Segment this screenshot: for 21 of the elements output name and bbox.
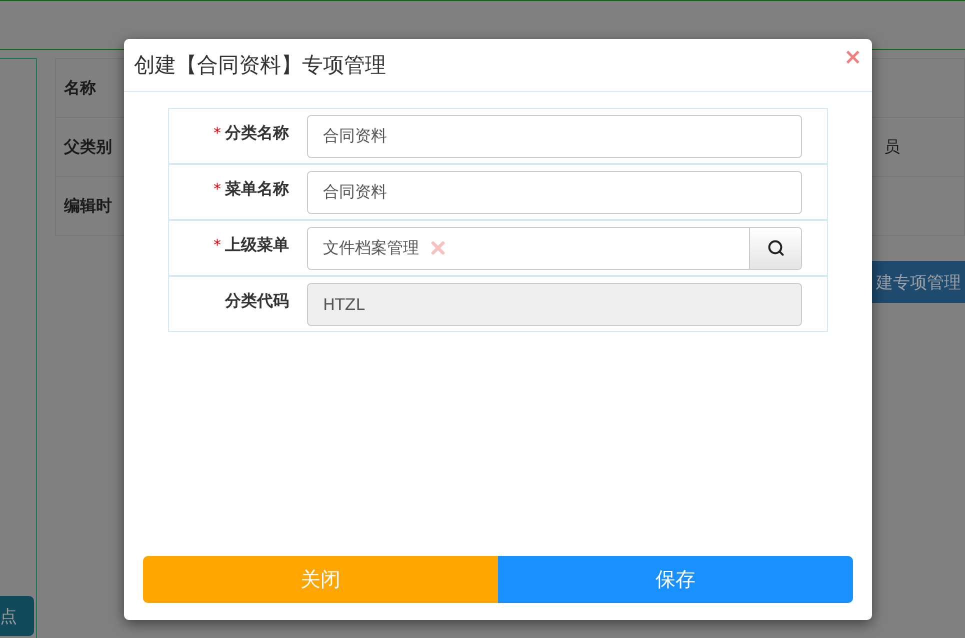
lookup-field[interactable]: 文件档案管理 — [307, 226, 802, 270]
field-label: 菜单名称 — [225, 178, 289, 200]
dialog-title: 创建【合同资料】专项管理 — [134, 52, 386, 79]
text-field[interactable]: 合同资料 — [307, 170, 802, 214]
code-field[interactable]: HTZL — [307, 282, 802, 326]
row-label: 父类别 — [62, 136, 113, 158]
row-value: 员 — [884, 136, 900, 158]
required-mark: * — [214, 180, 221, 198]
required-mark: * — [214, 124, 221, 142]
search-button[interactable] — [749, 228, 801, 268]
required-mark: * — [214, 236, 221, 254]
search-icon — [766, 239, 784, 257]
row-label: 名称 — [62, 78, 97, 98]
field-label: 分类代码 — [225, 290, 289, 312]
field-label: 上级菜单 — [225, 234, 289, 256]
lookup-value-field[interactable]: 文件档案管理 — [308, 238, 431, 258]
field-label: 分类名称 — [225, 122, 289, 144]
node-button[interactable]: 点 — [0, 596, 34, 636]
save-button[interactable]: 保存 — [498, 556, 853, 603]
row-label: 编辑时 — [62, 196, 113, 216]
text-field[interactable]: 合同资料 — [307, 114, 802, 158]
